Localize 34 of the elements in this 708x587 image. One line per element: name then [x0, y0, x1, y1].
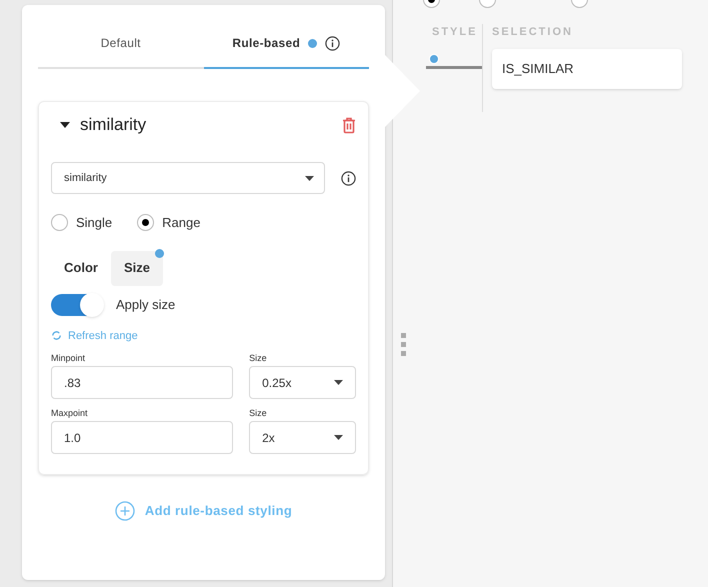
- tab[interactable]: Rule-based: [204, 19, 369, 69]
- radio-button[interactable]: [137, 214, 154, 232]
- field-label: Maxpoint: [51, 407, 89, 419]
- info-icon[interactable]: [325, 36, 340, 50]
- toggle-label: Apply size: [116, 296, 176, 314]
- caret-icon: [305, 176, 314, 180]
- info-icon[interactable]: [341, 170, 356, 186]
- resize-handle[interactable]: [401, 333, 406, 356]
- attribute-dropdown[interactable]: similarity: [51, 162, 325, 194]
- collapse-caret-icon[interactable]: [60, 122, 70, 128]
- radio-label: Single: [76, 214, 112, 232]
- column-header: STYLE: [432, 25, 478, 40]
- field-label: Size: [249, 352, 268, 364]
- number-field[interactable]: .83: [51, 366, 234, 399]
- size-dropdown[interactable]: 2x: [249, 421, 356, 454]
- field-label: Size: [249, 407, 268, 419]
- caret-icon: [334, 380, 343, 385]
- refresh-icon: [51, 330, 62, 342]
- style-tab[interactable]: Color: [51, 250, 111, 286]
- plus-icon: [114, 501, 135, 521]
- field-label: Minpoint: [51, 352, 86, 364]
- column-header: SELECTION: [492, 25, 574, 40]
- size-dropdown[interactable]: 0.25x: [249, 366, 356, 399]
- radio-button[interactable]: [51, 214, 68, 232]
- number-field[interactable]: 1.0: [51, 421, 234, 454]
- radio-label: Range: [162, 214, 200, 232]
- selection-field[interactable]: IS_SIMILAR: [492, 49, 682, 89]
- caret-icon: [334, 435, 343, 440]
- delete-icon[interactable]: [342, 116, 356, 134]
- tab[interactable]: Default: [38, 19, 204, 69]
- rule-title: similarity: [80, 114, 148, 136]
- toggle-switch[interactable]: [51, 294, 103, 316]
- style-line: [426, 66, 482, 69]
- style-tab[interactable]: Size: [110, 250, 163, 286]
